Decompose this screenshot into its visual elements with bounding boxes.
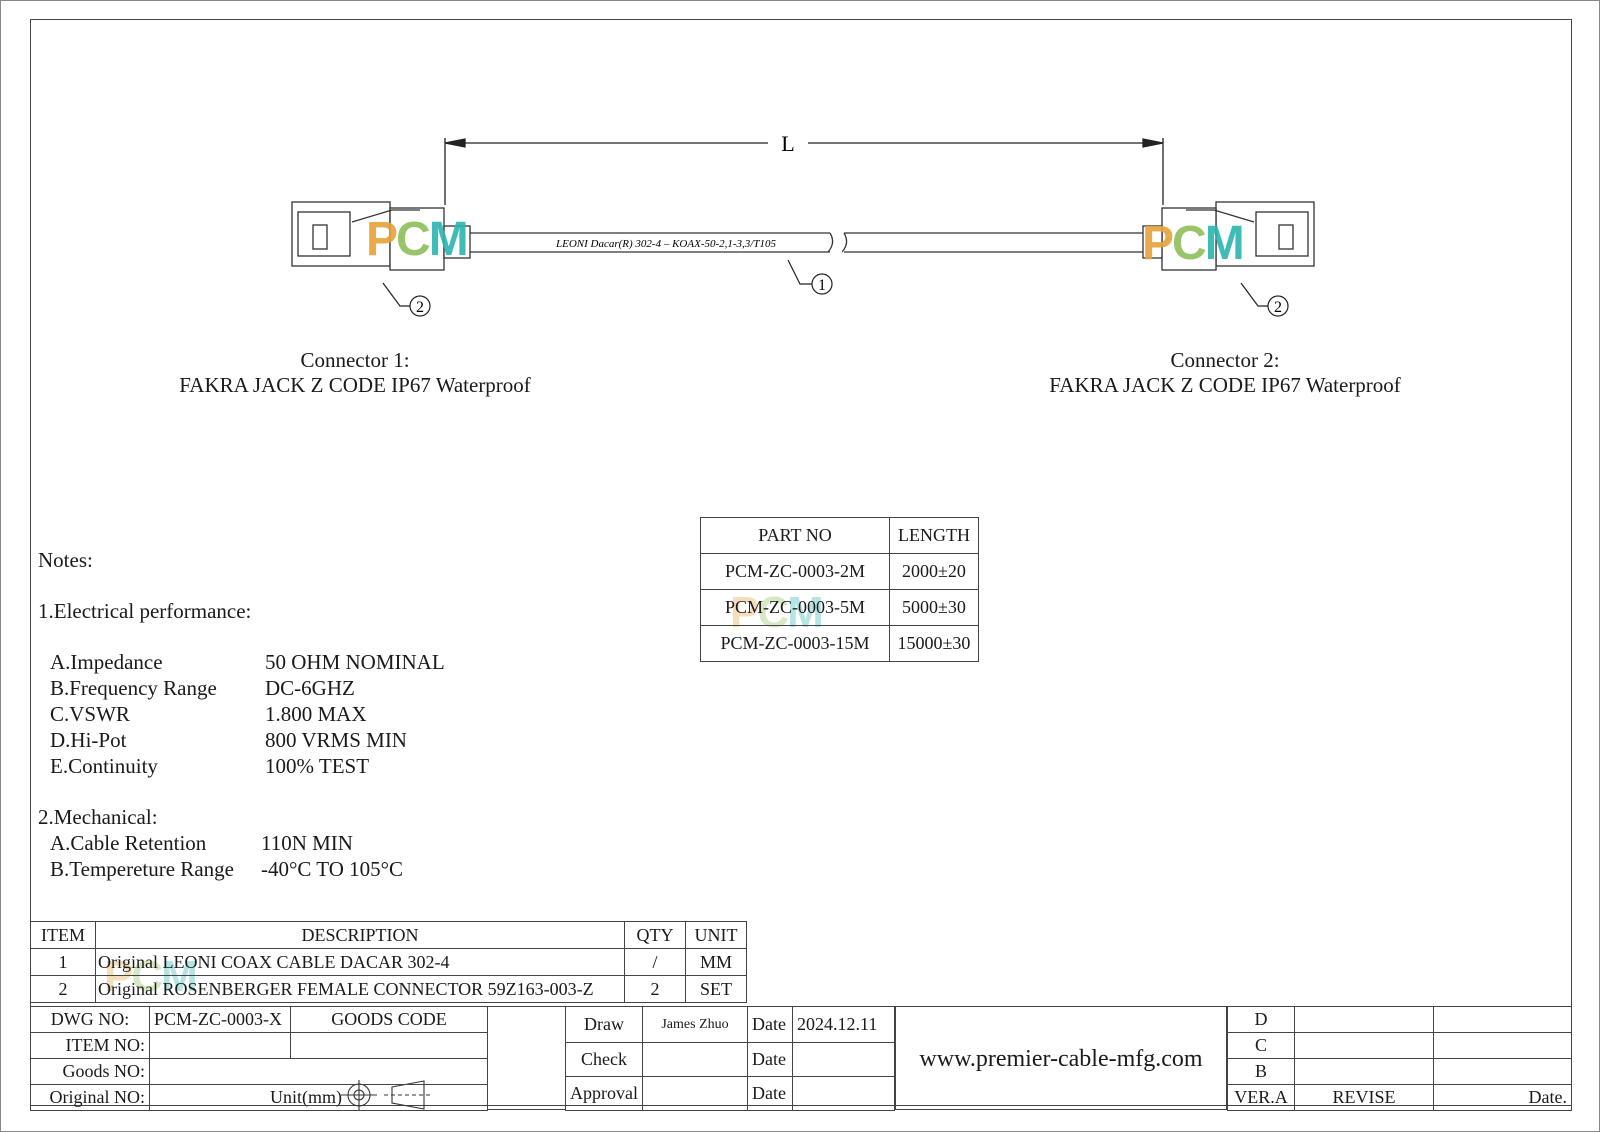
dwg-no-label: DWG NO: bbox=[30, 1006, 150, 1033]
notes-heading: Notes: bbox=[38, 548, 93, 572]
unit-label: Unit(mm) bbox=[270, 1087, 342, 1107]
spec-vswr-value: 1.800 MAX bbox=[265, 702, 367, 726]
table-row: 1 Original LEONI COAX CABLE DACAR 302-4 … bbox=[30, 948, 747, 976]
goods-no-label: Goods NO: bbox=[30, 1058, 150, 1085]
bom-header-description: DESCRIPTION bbox=[95, 921, 625, 949]
table-row: PCM-ZC-0003-15M 15000±30 bbox=[700, 625, 979, 662]
spec-impedance-label: A.Impedance bbox=[50, 650, 163, 674]
approval-date-value bbox=[792, 1076, 895, 1111]
spec-impedance-value: 50 OHM NOMINAL bbox=[265, 650, 445, 674]
revise-label: REVISE bbox=[1294, 1084, 1434, 1111]
part-no-cell: PCM-ZC-0003-5M bbox=[700, 589, 890, 626]
goods-no-value bbox=[149, 1058, 488, 1085]
parts-header-partno: PART NO bbox=[700, 517, 890, 554]
dimension-label: L bbox=[781, 131, 794, 156]
spec-frequency-label: B.Frequency Range bbox=[50, 676, 217, 700]
spec-retention-value: 110N MIN bbox=[261, 831, 353, 855]
spec-hipot-value: 800 VRMS MIN bbox=[265, 728, 407, 752]
rev-date-label: Date. bbox=[1433, 1084, 1572, 1111]
connector2-label: Connector 2: FAKRA JACK Z CODE IP67 Wate… bbox=[1000, 348, 1450, 398]
length-cell: 15000±30 bbox=[889, 625, 979, 662]
part-no-cell: PCM-ZC-0003-2M bbox=[700, 553, 890, 590]
check-date-label: Date bbox=[747, 1042, 793, 1077]
table-row: PCM-ZC-0003-5M 5000±30 bbox=[700, 589, 979, 626]
dimension-line bbox=[444, 138, 1164, 205]
approval-date-label: Date bbox=[747, 1076, 793, 1111]
spec-hipot-label: D.Hi-Pot bbox=[50, 728, 127, 752]
item-no-value bbox=[149, 1032, 291, 1059]
electrical-heading: 1.Electrical performance: bbox=[38, 599, 252, 623]
connector1-title: Connector 1: bbox=[300, 348, 410, 372]
draw-label: Draw bbox=[565, 1006, 643, 1043]
rev-desc-c bbox=[1294, 1032, 1434, 1059]
ver-label: VER.A bbox=[1227, 1084, 1295, 1111]
cable-print: LEONI Dacar(R) 302-4 – KOAX-50-2,1-3,3/T… bbox=[555, 238, 776, 250]
bom-header-unit: UNIT bbox=[685, 921, 747, 949]
connector2-desc: FAKRA JACK Z CODE IP67 Waterproof bbox=[1049, 373, 1401, 397]
check-name bbox=[642, 1042, 748, 1077]
title-block-left: DWG NO: PCM-ZC-0003-X GOODS CODE ITEM NO… bbox=[30, 1006, 488, 1111]
approval-name bbox=[642, 1076, 748, 1111]
connector2-title: Connector 2: bbox=[1170, 348, 1280, 372]
parts-header-length: LENGTH bbox=[889, 517, 979, 554]
part-number-table: PART NO LENGTH PCM-ZC-0003-2M 2000±20 PC… bbox=[700, 517, 979, 662]
table-row: PCM-ZC-0003-2M 2000±20 bbox=[700, 553, 979, 590]
drawer-name: James Zhuo bbox=[642, 1006, 748, 1043]
rev-desc-b bbox=[1294, 1058, 1434, 1085]
rev-date-d bbox=[1433, 1006, 1572, 1033]
revision-block: D C B VER.A REVISE Date. bbox=[1227, 1006, 1572, 1111]
check-label: Check bbox=[565, 1042, 643, 1077]
rev-letter-d: D bbox=[1227, 1006, 1295, 1033]
website-url[interactable]: www.premier-cable-mfg.com bbox=[895, 1006, 1227, 1110]
length-cell: 5000±30 bbox=[889, 589, 979, 626]
mechanical-heading: 2.Mechanical: bbox=[38, 805, 158, 829]
check-date-value bbox=[792, 1042, 895, 1077]
bom-qty-cell: / bbox=[624, 948, 686, 976]
spec-continuity-label: E.Continuity bbox=[50, 754, 158, 778]
goods-code-label: GOODS CODE bbox=[290, 1006, 488, 1033]
pcm-logo-right: PCM bbox=[1142, 217, 1245, 270]
approval-label: Approval bbox=[565, 1076, 643, 1111]
left-title-gap bbox=[488, 1006, 565, 1110]
rev-letter-c: C bbox=[1227, 1032, 1295, 1059]
bom-description-cell: Original LEONI COAX CABLE DACAR 302-4 bbox=[95, 948, 625, 976]
spec-continuity-value: 100% TEST bbox=[265, 754, 370, 778]
spec-frequency-value: DC-6GHZ bbox=[265, 676, 355, 700]
pcm-logo-left: PCM bbox=[366, 213, 469, 266]
connector1-desc: FAKRA JACK Z CODE IP67 Waterproof bbox=[179, 373, 531, 397]
spec-temperature-value: -40°C TO 105°C bbox=[261, 857, 404, 881]
connector1-label: Connector 1: FAKRA JACK Z CODE IP67 Wate… bbox=[130, 348, 580, 398]
original-no-label: Original NO: bbox=[30, 1084, 150, 1111]
rev-letter-b: B bbox=[1227, 1058, 1295, 1085]
table-row: 2 Original ROSENBERGER FEMALE CONNECTOR … bbox=[30, 975, 747, 1003]
spec-retention-label: A.Cable Retention bbox=[50, 831, 207, 855]
draw-date-label: Date bbox=[747, 1006, 793, 1043]
bom-header-item: ITEM bbox=[30, 921, 96, 949]
balloon-connector-right: 2 bbox=[1274, 299, 1282, 316]
rev-date-b bbox=[1433, 1058, 1572, 1085]
dwg-no-value: PCM-ZC-0003-X bbox=[149, 1006, 291, 1033]
draw-date-value: 2024.12.11 bbox=[792, 1006, 895, 1043]
item-no-label: ITEM NO: bbox=[30, 1032, 150, 1059]
bill-of-materials: ITEM DESCRIPTION QTY UNIT 1 Original LEO… bbox=[30, 921, 747, 1003]
bom-item-cell: 2 bbox=[30, 975, 96, 1003]
bom-unit-cell: MM bbox=[685, 948, 747, 976]
part-no-cell: PCM-ZC-0003-15M bbox=[700, 625, 890, 662]
rev-date-c bbox=[1433, 1032, 1572, 1059]
length-cell: 2000±20 bbox=[889, 553, 979, 590]
spec-vswr-label: C.VSWR bbox=[50, 702, 130, 726]
spec-temperature-label: B.Tempereture Range bbox=[50, 857, 234, 881]
rev-desc-d bbox=[1294, 1006, 1434, 1033]
original-no-value: Unit(mm) bbox=[149, 1084, 488, 1111]
title-block-approvals: Draw James Zhuo Date 2024.12.11 Check Da… bbox=[565, 1006, 895, 1111]
item-no-extra bbox=[290, 1032, 488, 1059]
bom-qty-cell: 2 bbox=[624, 975, 686, 1003]
bom-unit-cell: SET bbox=[685, 975, 747, 1003]
balloon-connector-left: 2 bbox=[416, 299, 424, 316]
bom-description-cell: Original ROSENBERGER FEMALE CONNECTOR 59… bbox=[95, 975, 625, 1003]
bom-item-cell: 1 bbox=[30, 948, 96, 976]
bom-header-qty: QTY bbox=[624, 921, 686, 949]
balloon-cable: 1 bbox=[818, 277, 826, 294]
